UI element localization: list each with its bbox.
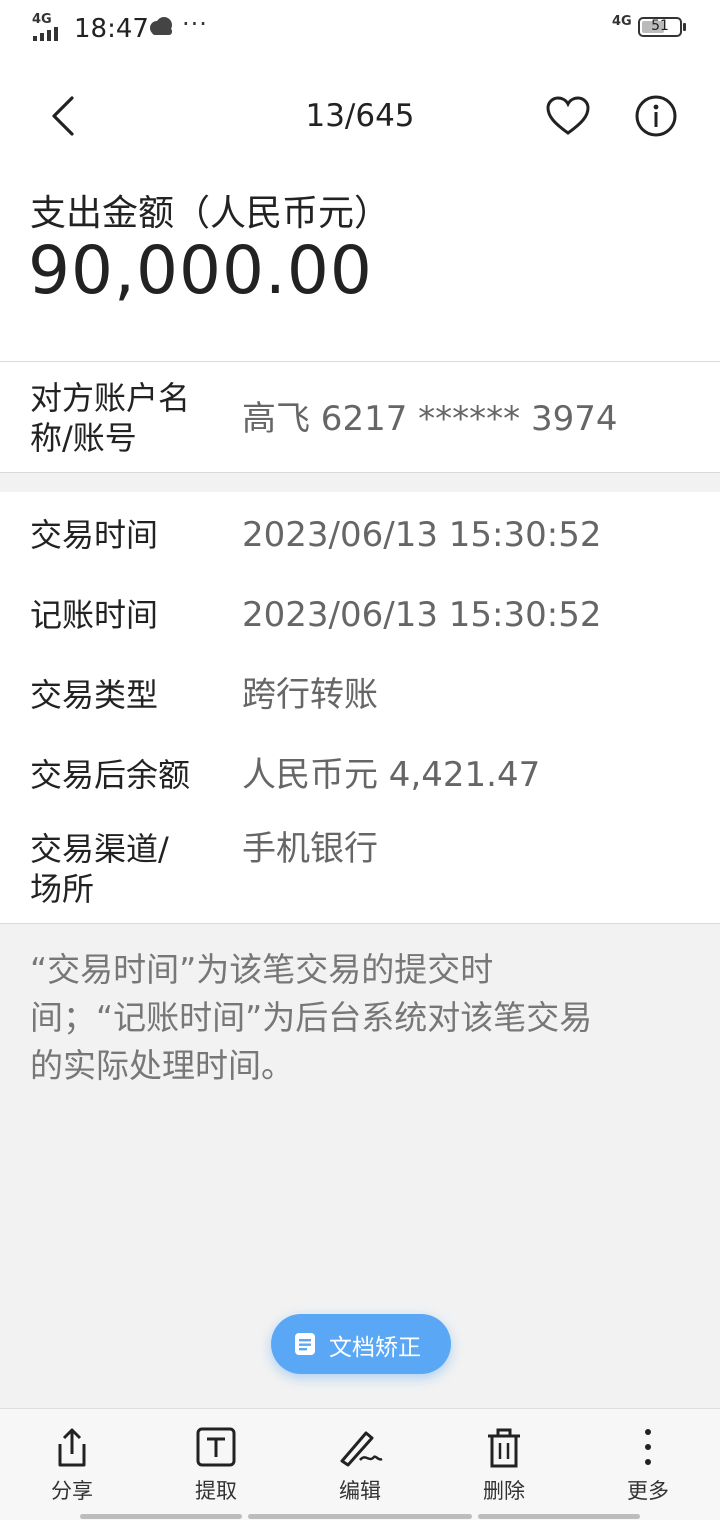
status-time: 18:47	[74, 14, 149, 44]
status-more-indicator: ···	[182, 10, 208, 38]
detail-value-transaction-time: 2023/06/13 15:30:52	[242, 515, 602, 555]
detail-label-channel-line1: 交易渠道/	[30, 830, 169, 868]
detail-label-transaction-time: 交易时间	[30, 516, 159, 554]
signal-indicator: 4G	[32, 12, 52, 27]
counterparty-label-line1: 对方账户名	[30, 379, 191, 417]
text-extract-icon	[196, 1427, 236, 1467]
nav-indicator	[478, 1514, 640, 1519]
amount-label: 支出金额（人民币元）	[30, 193, 391, 234]
page-counter: 13/645	[305, 98, 415, 134]
detail-label-balance: 交易后余额	[30, 756, 191, 794]
share-icon	[58, 1428, 86, 1467]
extract-text-button[interactable]: 提取	[144, 1409, 288, 1509]
bottom-toolbar: 分享 提取 编辑 删除 更多	[0, 1408, 720, 1520]
amount-value: 90,000.00	[28, 232, 373, 309]
nav-indicator	[80, 1514, 242, 1519]
heart-icon	[546, 96, 590, 135]
edit-label: 编辑	[339, 1479, 381, 1503]
note-line1: “交易时间”为该笔交易的提交时	[30, 950, 494, 989]
signature-edit-icon	[340, 1431, 383, 1467]
detail-label-transaction-type: 交易类型	[30, 676, 159, 714]
extract-label: 提取	[195, 1479, 237, 1503]
detail-value-transaction-type: 跨行转账	[242, 675, 378, 715]
amount-section: 支出金额（人民币元） 90,000.00	[0, 176, 720, 361]
transaction-details: 交易时间 2023/06/13 15:30:52 记账时间 2023/06/13…	[0, 492, 720, 923]
detail-value-channel: 手机银行	[242, 829, 378, 869]
detail-label-booking-time: 记账时间	[30, 596, 159, 634]
more-button[interactable]: 更多	[576, 1409, 720, 1509]
note-line3: 的实际处理时间。	[30, 1046, 294, 1085]
document-icon	[295, 1333, 315, 1355]
counterparty-label: 对方账户名 称/账号	[30, 378, 190, 458]
counterparty-section: 对方账户名 称/账号 高飞 6217 ****** 3974	[0, 362, 720, 472]
top-navigation: 13/645	[0, 56, 720, 176]
network-type-indicator: 4G	[612, 14, 632, 29]
document-correction-label: 文档矫正	[329, 1335, 421, 1361]
weather-cloud-icon	[150, 17, 172, 35]
time-explanation-note: “交易时间”为该笔交易的提交时 间；“记账时间”为后台系统对该笔交易 的实际处理…	[30, 946, 680, 1090]
detail-label-channel: 交易渠道/ 场所	[30, 829, 169, 909]
document-correction-button[interactable]: 文档矫正	[271, 1314, 451, 1374]
detail-value-balance: 人民币元 4,421.47	[242, 755, 541, 795]
signal-bars-icon	[33, 27, 58, 41]
info-icon	[635, 95, 677, 137]
counterparty-label-line2: 称/账号	[30, 419, 137, 457]
nav-indicator	[248, 1514, 472, 1519]
divider	[0, 923, 720, 924]
more-label: 更多	[627, 1479, 669, 1503]
divider	[0, 472, 720, 473]
status-bar: 4G 18:47 ··· 4G 51	[0, 0, 720, 56]
detail-label-channel-line2: 场所	[30, 870, 95, 908]
edit-button[interactable]: 编辑	[288, 1409, 432, 1509]
trash-icon	[488, 1428, 520, 1468]
more-vertical-icon	[645, 1429, 651, 1465]
favorite-button[interactable]	[546, 96, 590, 136]
share-label: 分享	[51, 1479, 93, 1503]
delete-button[interactable]: 删除	[432, 1409, 576, 1509]
share-button[interactable]: 分享	[0, 1409, 144, 1509]
detail-value-booking-time: 2023/06/13 15:30:52	[242, 595, 602, 635]
battery-icon: 51	[638, 17, 686, 37]
battery-level: 51	[651, 18, 669, 34]
counterparty-value: 高飞 6217 ****** 3974	[242, 399, 618, 439]
delete-label: 删除	[483, 1479, 525, 1503]
note-line2: 间；“记账时间”为后台系统对该笔交易	[30, 998, 593, 1037]
info-button[interactable]	[634, 94, 678, 138]
